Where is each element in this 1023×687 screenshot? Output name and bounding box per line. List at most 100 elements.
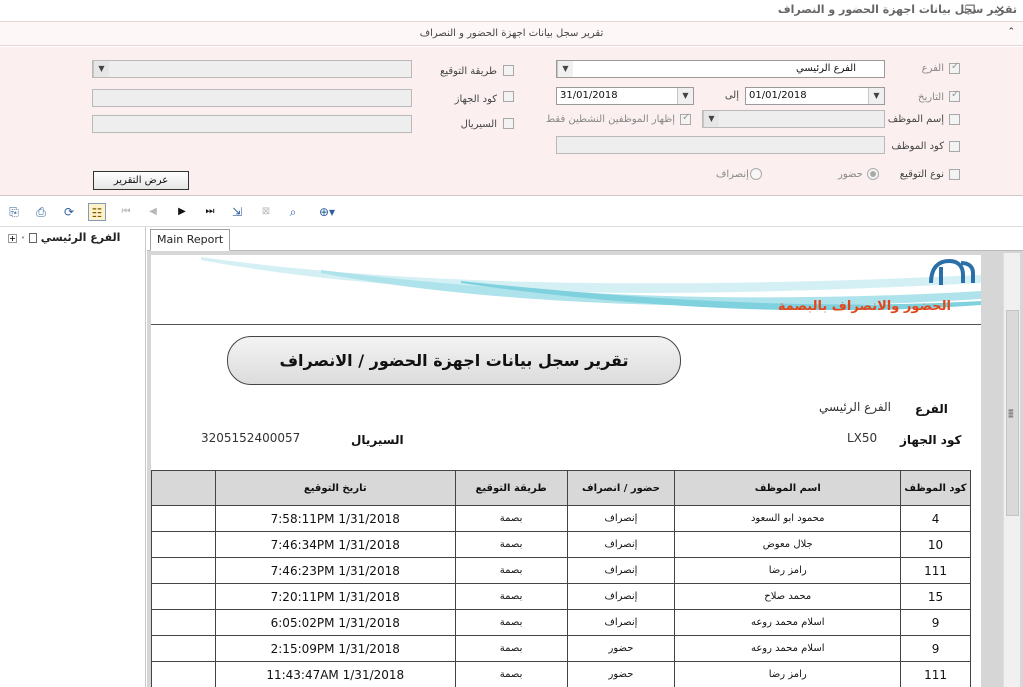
refresh-icon[interactable]: ⟳ <box>60 203 78 221</box>
employee-name-checkbox[interactable] <box>949 114 960 125</box>
type-cell: إنصراف <box>566 531 676 558</box>
type-cell: إنصراف <box>566 557 676 584</box>
employee-code-checkbox[interactable] <box>949 141 960 152</box>
column-header: كود الموظف <box>900 470 971 506</box>
code-cell: 111 <box>900 557 971 584</box>
serial-info-value: 3205152400057 <box>201 431 301 445</box>
method-cell: بصمة <box>454 505 568 532</box>
export-icon[interactable]: ⎘ <box>5 203 23 221</box>
name-cell: محمود ابو السعود <box>674 505 902 532</box>
method-cell: بصمة <box>454 583 568 610</box>
employee-name-select[interactable]: ▼ <box>702 110 885 128</box>
type-cell: إنصراف <box>566 505 676 532</box>
go-to-page-icon[interactable]: ⇲ <box>228 203 246 221</box>
last-page-icon[interactable]: ⏭ <box>201 203 219 221</box>
calendar-dropdown-icon[interactable]: ▼ <box>868 88 884 104</box>
serial-input[interactable] <box>92 115 412 133</box>
sign-method-label: طريقة التوقيع <box>440 66 497 77</box>
chevron-down-icon[interactable]: ▼ <box>557 61 573 77</box>
active-only-label: إظهار الموظفين النشطين فقط <box>545 114 675 125</box>
first-page-icon[interactable]: ⏮ <box>117 203 135 221</box>
date-cell: 1/31/2018 7:46:23PM <box>214 557 456 584</box>
filter-panel: الفرع ▼ الفرع الرئيسي طريقة التوقيع ▼ ال… <box>0 47 1023 196</box>
report-tabs: Main Report <box>147 227 1023 251</box>
chevron-up-icon[interactable]: ⌃ <box>1007 27 1015 37</box>
date-cell: 1/31/2018 7:20:11PM <box>214 583 456 610</box>
column-header-blank <box>151 470 216 506</box>
branch-label: الفرع <box>921 63 944 74</box>
device-code-label: كود الجهاز <box>454 94 497 105</box>
find-icon[interactable]: ⌕ <box>284 203 302 221</box>
table-row: 111 رامز رضا إنصراف بصمة 1/31/2018 7:46:23PM <box>151 557 971 584</box>
name-cell: رامز رضا <box>674 661 902 687</box>
sign-method-select[interactable]: ▼ <box>92 60 412 78</box>
report-table: كود الموظف اسم الموظف حضور / انصراف طريق… <box>151 470 971 687</box>
active-only-checkbox[interactable] <box>680 112 691 125</box>
grip-icon: ▬ ▬ ▬ <box>1008 407 1014 420</box>
next-page-icon[interactable]: ▶ <box>173 203 191 221</box>
table-row: 4 محمود ابو السعود إنصراف بصمة 1/31/2018 7:5… <box>151 505 971 532</box>
name-cell: محمد صلاح <box>674 583 902 610</box>
report-page: الحضور والانصراف بالبصمة تقرير سجل بيانا… <box>151 255 981 687</box>
name-cell: اسلام محمد روعه <box>674 609 902 636</box>
table-row: 111 رامز رضا حضور بصمة 1/31/2018 11:43:47AM <box>151 661 971 687</box>
date-cell: 1/31/2018 11:43:47AM <box>214 661 456 687</box>
method-cell: بصمة <box>454 609 568 636</box>
branch-select[interactable]: ▼ الفرع الرئيسي <box>556 60 885 78</box>
type-cell: حضور <box>566 661 676 687</box>
tree-item-root[interactable]: + · الفرع الرئيسي <box>8 231 120 244</box>
blank-cell <box>151 635 216 662</box>
prev-page-icon[interactable]: ◀ <box>144 203 162 221</box>
employee-code-label: كود الموظف <box>891 141 944 152</box>
vertical-scrollbar[interactable]: ▬ ▬ ▬ <box>1003 253 1020 687</box>
date-to-label: إلى <box>724 90 739 101</box>
type-cell: إنصراف <box>566 609 676 636</box>
report-title: تقرير سجل بيانات اجهزة الحضور / الانصراف <box>227 336 681 385</box>
stop-icon[interactable]: ⊠ <box>257 203 275 221</box>
name-cell: جلال معوض <box>674 531 902 558</box>
chevron-down-icon[interactable]: ▼ <box>93 61 109 77</box>
zoom-icon[interactable]: ⊕▾ <box>312 203 342 221</box>
blank-cell <box>151 557 216 584</box>
window-title: تقرير سجل بيانات اجهزة الحضور و النصراف <box>777 3 1017 16</box>
code-cell: 10 <box>900 531 971 558</box>
sign-method-checkbox[interactable] <box>503 65 514 76</box>
device-code-info-label: كود الجهاز <box>900 433 962 447</box>
chevron-down-icon[interactable]: ▼ <box>703 111 719 127</box>
employee-code-input[interactable] <box>556 136 885 154</box>
date-label: التاريخ <box>918 92 944 103</box>
device-code-input[interactable] <box>92 89 412 107</box>
group-tree: + · الفرع الرئيسي <box>0 227 146 687</box>
table-header-row: كود الموظف اسم الموظف حضور / انصراف طريق… <box>151 470 971 506</box>
device-code-checkbox[interactable] <box>503 91 514 102</box>
sign-type-out-label: إنصراف <box>716 169 749 180</box>
serial-checkbox[interactable] <box>503 118 514 129</box>
code-cell: 4 <box>900 505 971 532</box>
branch-checkbox[interactable] <box>949 61 960 74</box>
tab-main-report[interactable]: Main Report <box>150 229 231 251</box>
blank-cell <box>151 583 216 610</box>
name-cell: رامز رضا <box>674 557 902 584</box>
date-from-field[interactable]: 01/01/2018 ▼ <box>745 87 885 105</box>
tree-toggle-icon[interactable]: ☷ <box>88 203 106 221</box>
date-cell: 1/31/2018 7:46:34PM <box>214 531 456 558</box>
section-title: تقرير سجل بيانات اجهزة الحضور و النصراف <box>419 28 604 39</box>
date-to-field[interactable]: 31/01/2018 ▼ <box>556 87 694 105</box>
blank-cell <box>151 505 216 532</box>
window-titlebar: ❐ ✕ تقرير سجل بيانات اجهزة الحضور و النص… <box>0 0 1023 22</box>
expand-icon[interactable]: + <box>8 233 17 243</box>
code-cell: 9 <box>900 635 971 662</box>
date-checkbox[interactable] <box>949 89 960 102</box>
branch-info-value: الفرع الرئيسي <box>819 400 891 414</box>
print-icon[interactable]: ⎙ <box>32 203 50 221</box>
sign-type-in-radio[interactable] <box>867 168 879 180</box>
method-cell: بصمة <box>454 661 568 687</box>
device-code-info-value: LX50 <box>847 431 878 445</box>
table-row: 15 محمد صلاح إنصراف بصمة 1/31/2018 7:20:11PM <box>151 583 971 610</box>
show-report-button[interactable]: عرض التقرير <box>93 171 189 190</box>
sign-type-checkbox[interactable] <box>949 169 960 180</box>
sign-type-out-radio[interactable] <box>750 168 762 180</box>
calendar-dropdown-icon[interactable]: ▼ <box>677 88 693 104</box>
document-icon <box>28 233 37 243</box>
serial-info-label: السيريال <box>351 433 404 447</box>
